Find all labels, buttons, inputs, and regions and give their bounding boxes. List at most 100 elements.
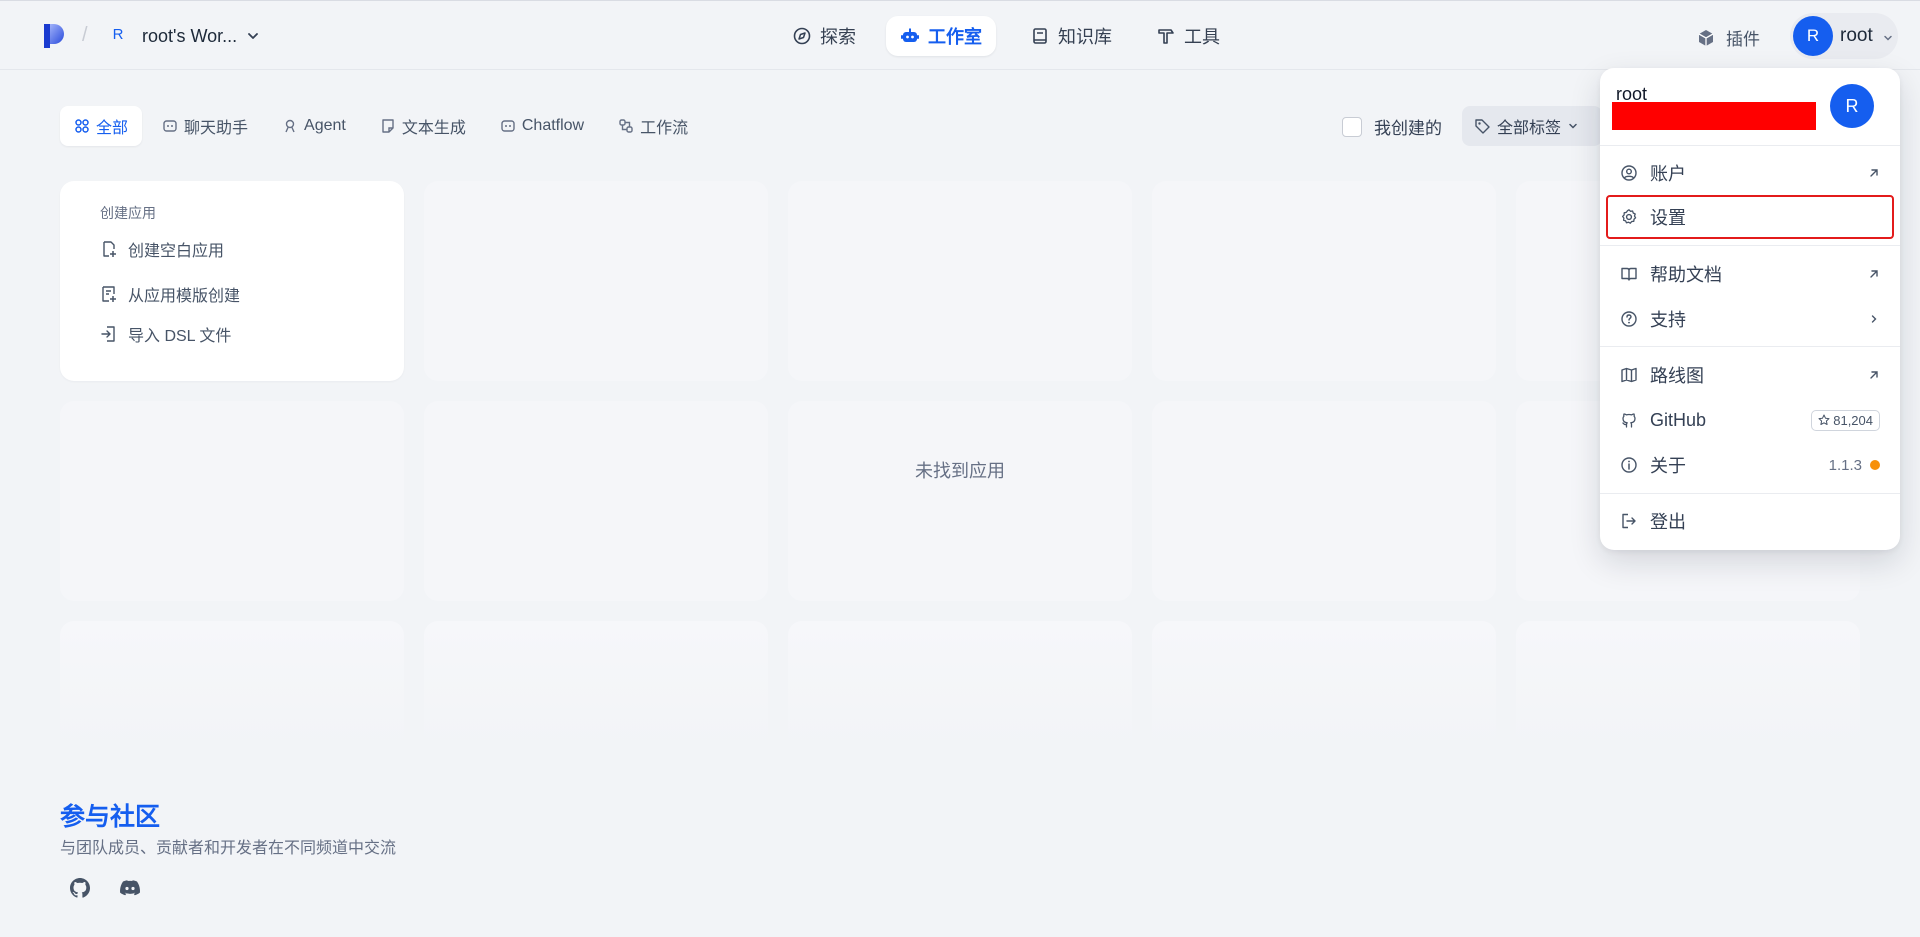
user-circle-icon: [1620, 164, 1638, 182]
menu-item-roadmap-label: 路线图: [1650, 366, 1704, 386]
nav-tools[interactable]: 工具: [1142, 16, 1234, 56]
file-plus-icon: [100, 240, 118, 258]
chevron-down-icon[interactable]: [246, 29, 260, 43]
create-app-title: 创建应用: [100, 205, 156, 221]
agent-icon: [282, 118, 298, 134]
tab-chat-assistant[interactable]: 聊天助手: [148, 106, 262, 146]
menu-item-logout-label: 登出: [1650, 512, 1686, 532]
menu-item-support[interactable]: 支持: [1608, 299, 1892, 339]
chevron-down-icon: [1882, 32, 1894, 44]
app-card-placeholder: [60, 401, 404, 601]
nav-knowledge-label: 知识库: [1058, 27, 1112, 47]
app-card-placeholder: [1152, 401, 1496, 601]
tab-all-label: 全部: [96, 120, 129, 137]
create-blank-app-label: 创建空白应用: [128, 243, 225, 260]
github-stars-count: 81,204: [1833, 412, 1873, 428]
app-card-placeholder: [424, 181, 768, 381]
template-icon: [100, 285, 118, 303]
menu-item-logout[interactable]: 登出: [1608, 501, 1892, 541]
book-open-icon: [1620, 265, 1638, 283]
info-icon: [1620, 456, 1638, 474]
gear-icon: [1620, 208, 1638, 226]
app-card-placeholder: [1152, 621, 1496, 751]
community-title: 参与社区: [60, 803, 161, 831]
book-icon: [1030, 26, 1050, 46]
question-circle-icon: [1620, 310, 1638, 328]
divider: [1600, 145, 1900, 146]
arrow-up-right-icon: [1868, 369, 1880, 381]
import-dsl-button[interactable]: 导入 DSL 文件: [100, 322, 231, 346]
chevron-down-icon: [1567, 120, 1579, 132]
arrow-up-right-icon: [1868, 268, 1880, 280]
nav-explore-label: 探索: [820, 27, 856, 47]
tab-chatflow[interactable]: Chatflow: [486, 106, 598, 146]
chevron-right-icon: [1868, 313, 1880, 325]
tab-text-generation[interactable]: 文本生成: [366, 106, 480, 146]
grid-icon: [74, 118, 90, 134]
nav-studio[interactable]: 工作室: [886, 16, 996, 56]
tab-workflow-label: 工作流: [640, 120, 689, 137]
app-card-placeholder: [788, 621, 1132, 751]
nav-explore[interactable]: 探索: [778, 16, 870, 56]
github-icon[interactable]: [68, 876, 92, 900]
create-from-template-button[interactable]: 从应用模版创建: [100, 282, 240, 306]
created-by-me-checkbox[interactable]: [1342, 116, 1362, 137]
divider: [1600, 245, 1900, 246]
menu-item-account[interactable]: 账户: [1608, 153, 1892, 193]
arrow-up-right-icon: [1868, 167, 1880, 179]
nav-studio-label: 工作室: [928, 27, 982, 47]
app-logo-icon[interactable]: [42, 22, 66, 50]
plugin-button[interactable]: 插件: [1696, 25, 1760, 50]
app-card-placeholder: [1152, 181, 1496, 381]
workspace-name[interactable]: root's Wor...: [142, 26, 237, 47]
create-blank-app-button[interactable]: 创建空白应用: [100, 237, 224, 261]
created-by-me-filter[interactable]: 我创建的: [1342, 114, 1442, 139]
divider: [1600, 346, 1900, 347]
tab-text-generation-label: 文本生成: [401, 120, 466, 137]
menu-item-support-label: 支持: [1650, 310, 1686, 330]
user-name: root: [1840, 25, 1873, 46]
nav-knowledge[interactable]: 知识库: [1016, 16, 1126, 56]
github-stars-container: 81,204: [1811, 409, 1880, 431]
tab-workflow[interactable]: 工作流: [604, 106, 702, 146]
breadcrumb-separator: /: [82, 24, 88, 46]
nav-tools-label: 工具: [1184, 27, 1220, 47]
app-card-placeholder: [1516, 621, 1860, 751]
create-app-card: 创建应用 创建空白应用 从应用模版创建 导入 DSL 文件: [60, 181, 404, 381]
map-icon: [1620, 366, 1638, 384]
tag-filter-dropdown[interactable]: 全部标签: [1462, 106, 1602, 146]
menu-item-settings[interactable]: 设置: [1606, 195, 1894, 239]
menu-item-help-docs[interactable]: 帮助文档: [1608, 254, 1892, 294]
menu-item-github-label: GitHub: [1650, 409, 1707, 430]
tab-agent-label: Agent: [304, 117, 346, 134]
tag-filter-label: 全部标签: [1497, 120, 1562, 137]
plugin-label: 插件: [1726, 30, 1760, 49]
user-dropdown-menu: root R 账户 设置 帮助文档 支持 路线图 GitHub 81,204 关…: [1600, 68, 1900, 550]
user-menu-button[interactable]: R root: [1790, 13, 1898, 59]
workflow-icon: [618, 118, 634, 134]
discord-icon[interactable]: [118, 876, 142, 900]
import-dsl-label: 导入 DSL 文件: [128, 328, 232, 345]
compass-icon: [792, 26, 812, 46]
app-card-placeholder: [788, 181, 1132, 381]
chatflow-icon: [500, 118, 516, 134]
update-available-dot: [1870, 460, 1880, 470]
tab-all[interactable]: 全部: [60, 106, 143, 146]
app-card-placeholder: [424, 621, 768, 751]
tab-agent[interactable]: Agent: [268, 106, 360, 146]
github-icon: [1620, 411, 1638, 429]
tab-chatflow-label: Chatflow: [521, 117, 585, 134]
app-type-tabs: 全部 聊天助手 Agent 文本生成 Chatflow 工作流: [60, 106, 708, 146]
tag-icon: [1474, 118, 1491, 135]
created-by-me-label: 我创建的: [1374, 119, 1442, 138]
version-number: 1.1.3: [1828, 456, 1862, 474]
redacted-email: [1612, 102, 1816, 130]
menu-item-github[interactable]: GitHub 81,204: [1608, 400, 1892, 440]
menu-item-roadmap[interactable]: 路线图: [1608, 355, 1892, 395]
menu-item-about[interactable]: 关于 1.1.3: [1608, 445, 1892, 485]
divider: [1600, 493, 1900, 494]
chat-bot-icon: [162, 118, 178, 134]
empty-state-text: 未找到应用: [915, 461, 1005, 481]
community-description: 与团队成员、贡献者和开发者在不同频道中交流: [60, 840, 397, 857]
avatar: R: [1830, 84, 1874, 128]
